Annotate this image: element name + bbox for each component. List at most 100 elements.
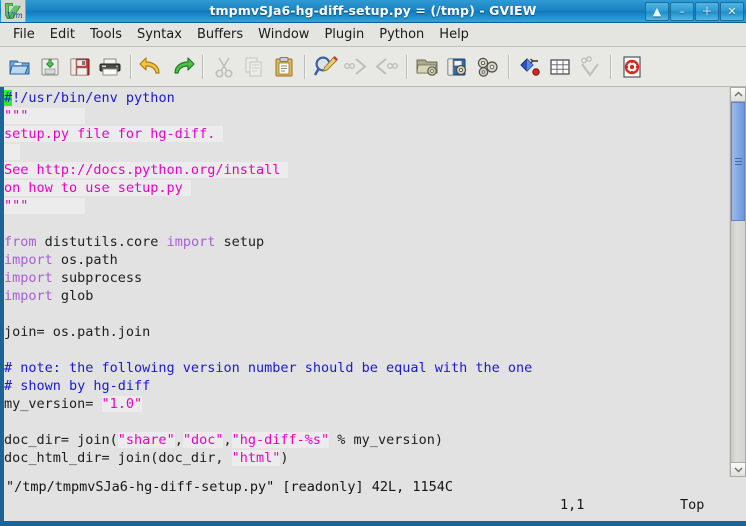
save-icon (70, 58, 90, 75)
find-replace-icon (313, 55, 338, 76)
scrollbar-track[interactable] (730, 102, 746, 462)
undo-button[interactable] (137, 51, 167, 83)
code-token: import (166, 234, 216, 250)
cut-icon (215, 57, 233, 78)
open-file-icon (9, 60, 30, 74)
build-tags-icon (550, 58, 570, 75)
code-token: import (4, 270, 53, 286)
toolbar-separator (508, 54, 510, 79)
code-line: See http://docs.python.org/install (4, 161, 729, 179)
code-token: "hg-diff-%s" (231, 432, 330, 448)
code-token: doc_html_dir= join(doc_dir, (4, 450, 232, 466)
menu-item-file[interactable]: File (6, 25, 42, 45)
code-line: my_version= "1.0" (4, 395, 729, 413)
paste-button[interactable] (269, 51, 299, 83)
cursor-position: 1,1 (560, 497, 585, 513)
code-token: """ (4, 198, 29, 214)
redo-button[interactable] (167, 51, 197, 83)
shade-button[interactable]: ▲ (645, 1, 669, 21)
code-line: on how to use setup.py (4, 179, 729, 197)
copy-icon (245, 57, 262, 76)
build-tags-button[interactable] (545, 51, 575, 83)
print-button[interactable] (95, 51, 125, 83)
toolbar-separator (610, 54, 612, 79)
code-token: os.path (52, 252, 118, 268)
status-area: "/tmp/tmpmvSJa6-hg-diff-setup.py" [reado… (0, 477, 746, 521)
window-controls: ▲ – ＋ ✕ (644, 0, 746, 22)
code-line: setup.py file for hg-diff. (4, 125, 729, 143)
code-token (28, 198, 86, 214)
chevron-down-icon (734, 467, 742, 473)
toolbar-separator (130, 54, 132, 79)
gvim-window: Vim tmpmvSJa6-hg-diff-setup.py = (/tmp) … (0, 0, 746, 526)
menu-item-window[interactable]: Window (251, 25, 316, 45)
menu-item-tools[interactable]: Tools (83, 25, 129, 45)
redo-icon (174, 56, 195, 74)
save-session-button[interactable] (443, 51, 473, 83)
menu-item-python[interactable]: Python (372, 25, 431, 45)
run-script-button[interactable] (473, 51, 503, 83)
load-session-icon (416, 59, 438, 76)
cut-button[interactable] (209, 51, 239, 83)
find-prev-button[interactable] (371, 51, 401, 83)
code-token: "html" (231, 450, 281, 466)
menu-item-syntax[interactable]: Syntax (130, 25, 189, 45)
code-line: doc_dir= join("share","doc","hg-diff-%s"… (4, 431, 729, 449)
toolbar-separator (304, 54, 306, 79)
code-token: See http://docs.python.org/install (4, 162, 289, 178)
minimize-button[interactable]: – (670, 1, 694, 21)
text-buffer[interactable]: #!/usr/bin/env python """ setup.py file f… (4, 87, 729, 477)
copy-button[interactable] (239, 51, 269, 83)
menu-item-edit[interactable]: Edit (43, 25, 82, 45)
code-line: join= os.path.join (4, 323, 729, 341)
close-button[interactable]: ✕ (720, 1, 744, 21)
code-token: import (4, 252, 53, 268)
find-next-button[interactable] (341, 51, 371, 83)
paste-icon (275, 56, 293, 76)
menu-item-buffers[interactable]: Buffers (190, 25, 250, 45)
jump-to-tag-button[interactable] (575, 51, 605, 83)
scrollbar-thumb[interactable] (731, 102, 745, 221)
make-button[interactable] (515, 51, 545, 83)
code-line: from distutils.core import setup (4, 233, 729, 251)
vertical-scrollbar[interactable] (729, 87, 746, 477)
scroll-indicator: Top (680, 497, 705, 513)
menu-bar: File Edit Tools Syntax Buffers Window Pl… (0, 23, 746, 47)
help-button[interactable] (617, 51, 647, 83)
source-code[interactable]: #!/usr/bin/env python """ setup.py file f… (4, 87, 729, 477)
code-token: # note: the following version number sho… (4, 360, 533, 376)
open-file-button[interactable] (5, 51, 35, 83)
code-token: # (4, 90, 13, 106)
load-session-button[interactable] (413, 51, 443, 83)
save-session-icon (447, 58, 467, 75)
code-token: !/usr/bin/env python (12, 90, 175, 106)
file-info-message: "/tmp/tmpmvSJa6-hg-diff-setup.py" [reado… (6, 479, 454, 495)
code-line: import glob (4, 287, 729, 305)
code-line: """ (4, 197, 729, 215)
code-token: on how to use setup.py (4, 180, 191, 196)
scroll-up-button[interactable] (730, 87, 746, 102)
save-button[interactable] (65, 51, 95, 83)
scroll-down-button[interactable] (730, 462, 746, 477)
menu-item-help[interactable]: Help (432, 25, 476, 45)
find-prev-icon (375, 57, 399, 75)
print-icon (99, 58, 121, 75)
code-token: import (4, 288, 53, 304)
save-as-button[interactable] (35, 51, 65, 83)
code-line: import os.path (4, 251, 729, 269)
code-token: my_version= (4, 396, 102, 412)
maximize-button[interactable]: ＋ (695, 1, 719, 21)
menu-item-plugin[interactable]: Plugin (317, 25, 371, 45)
svg-text:Vim: Vim (7, 11, 23, 20)
code-token: join= os.path.join (4, 324, 151, 340)
find-replace-button[interactable] (311, 51, 341, 83)
title-bar[interactable]: Vim tmpmvSJa6-hg-diff-setup.py = (/tmp) … (0, 0, 746, 23)
code-token: , (223, 432, 232, 448)
jump-to-tag-icon (581, 55, 599, 77)
code-line: #!/usr/bin/env python (4, 89, 729, 107)
make-icon (520, 57, 540, 76)
vim-logo-icon: Vim (1, 0, 26, 22)
